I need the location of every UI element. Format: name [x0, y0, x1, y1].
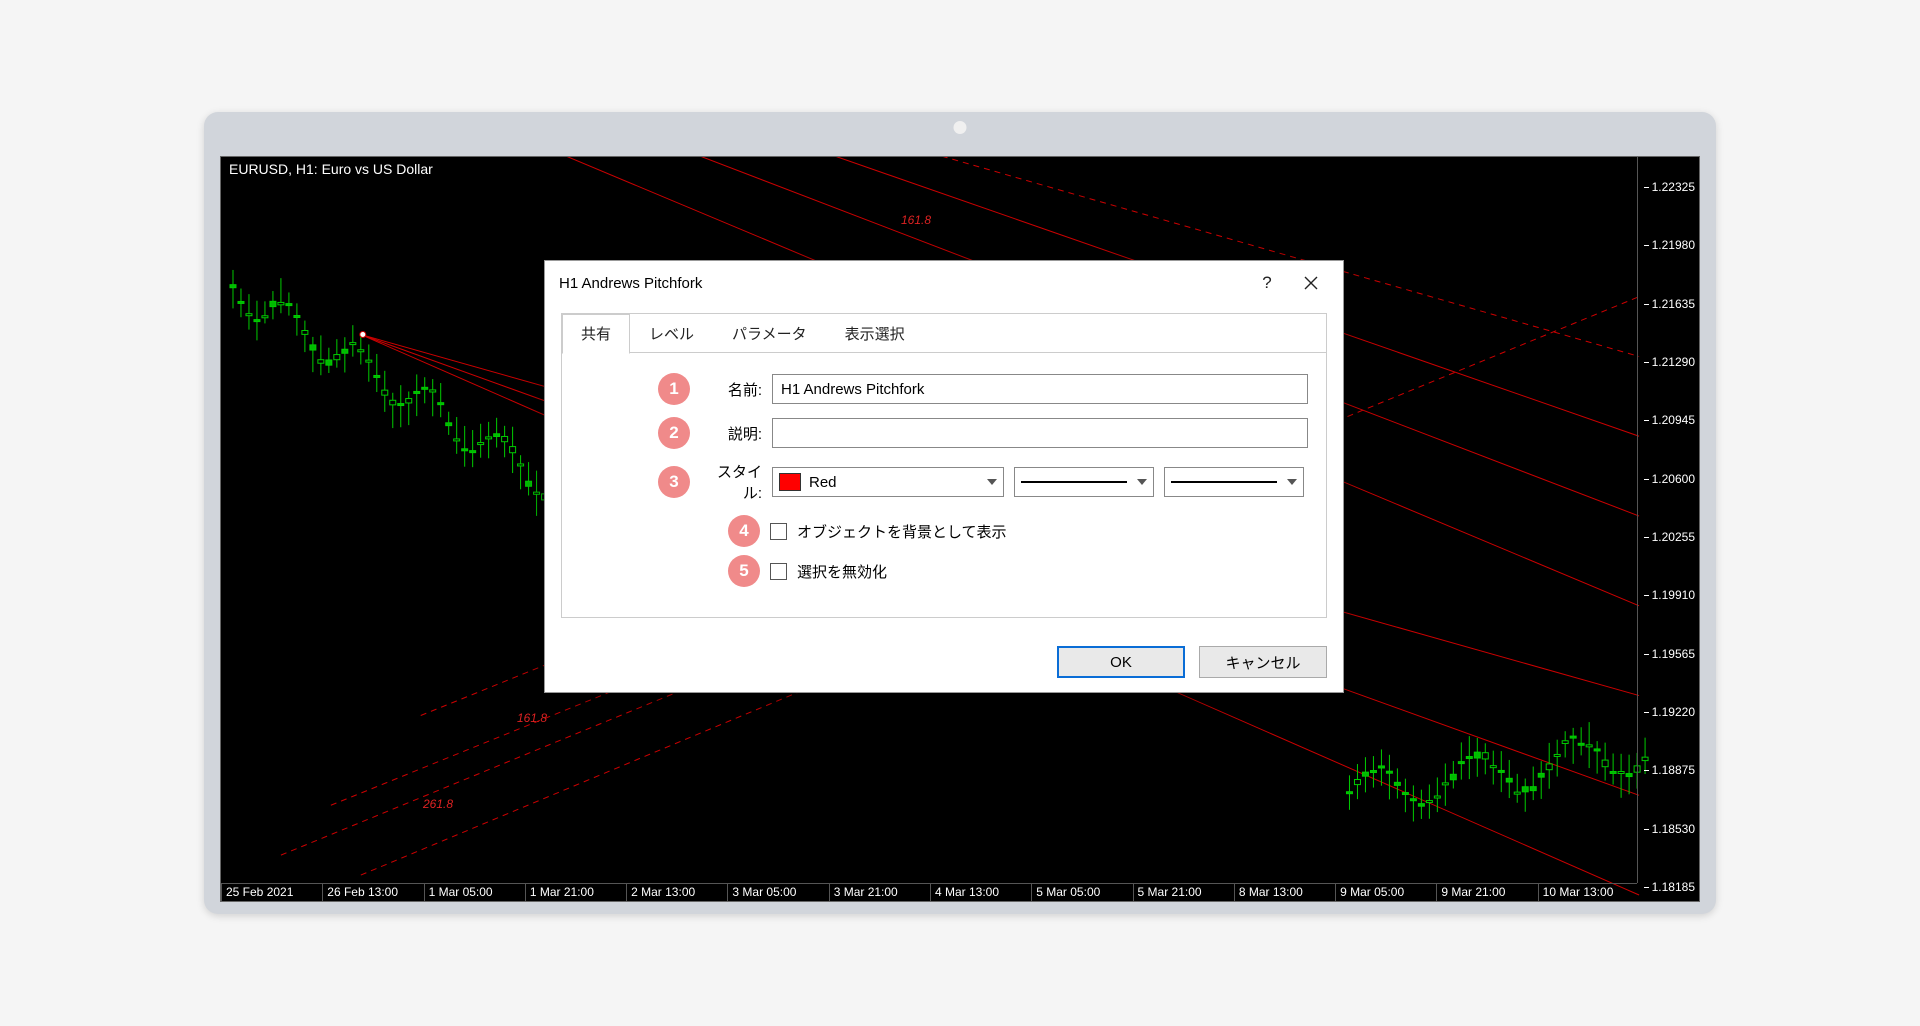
- draw-as-background-label: オブジェクトを背景として表示: [797, 521, 1007, 542]
- annotation-badge-1: 1: [658, 373, 690, 405]
- time-tick: 5 Mar 21:00: [1133, 884, 1234, 901]
- time-tick: 10 Mar 13:00: [1538, 884, 1637, 901]
- time-axis: 25 Feb 202126 Feb 13:001 Mar 05:001 Mar …: [221, 883, 1637, 901]
- annotation-badge-4: 4: [728, 515, 760, 547]
- time-tick: 1 Mar 05:00: [424, 884, 525, 901]
- name-label: 名前:: [700, 379, 762, 400]
- tab-2[interactable]: パラメータ: [713, 314, 826, 354]
- price-tick: 1.18875: [1652, 763, 1695, 777]
- outer-titlebar: [204, 112, 1716, 142]
- price-tick: 1.20945: [1652, 413, 1695, 427]
- dialog-title: H1 Andrews Pitchfork: [559, 275, 1245, 292]
- price-tick: 1.21290: [1652, 355, 1695, 369]
- close-button[interactable]: [1289, 265, 1333, 301]
- disable-selection-label: 選択を無効化: [797, 561, 887, 582]
- line-style-combo[interactable]: [1014, 467, 1154, 497]
- draw-as-background-checkbox[interactable]: [770, 523, 787, 540]
- pitchfork-properties-dialog: H1 Andrews Pitchfork ? 共有レベルパラメータ表示選択 1 …: [544, 260, 1344, 693]
- close-icon: [1304, 276, 1318, 290]
- fib-level-label: 161.8: [517, 711, 547, 725]
- tab-3[interactable]: 表示選択: [826, 314, 924, 354]
- time-tick: 25 Feb 2021: [221, 884, 322, 901]
- time-tick: 2 Mar 13:00: [626, 884, 727, 901]
- time-tick: 3 Mar 21:00: [829, 884, 930, 901]
- color-name: Red: [809, 474, 837, 491]
- tab-0[interactable]: 共有: [562, 314, 630, 354]
- price-tick: 1.18530: [1652, 822, 1695, 836]
- description-input[interactable]: [772, 418, 1308, 448]
- line-sample-icon: [1171, 481, 1277, 483]
- price-tick: 1.19220: [1652, 705, 1695, 719]
- tab-content-common: 1 名前: 2 説明: 3 スタイル: Red: [562, 353, 1326, 617]
- tab-1[interactable]: レベル: [630, 314, 713, 354]
- time-tick: 8 Mar 13:00: [1234, 884, 1335, 901]
- time-tick: 4 Mar 13:00: [930, 884, 1031, 901]
- help-button[interactable]: ?: [1245, 265, 1289, 301]
- window-frame: EURUSD, H1: Euro vs US Dollar 1.223251.2…: [204, 112, 1716, 914]
- disable-selection-checkbox[interactable]: [770, 563, 787, 580]
- dialog-tabs: 共有レベルパラメータ表示選択: [562, 314, 1326, 353]
- style-label: スタイル:: [700, 461, 762, 503]
- ok-button[interactable]: OK: [1057, 646, 1185, 678]
- color-swatch-icon: [779, 473, 801, 491]
- cancel-button[interactable]: キャンセル: [1199, 646, 1327, 678]
- price-axis: 1.22325 1.21980 1.21635 1.21290 1.20945 1.206…: [1637, 157, 1699, 883]
- chevron-down-icon: [1137, 479, 1147, 485]
- annotation-badge-5: 5: [728, 555, 760, 587]
- time-tick: 9 Mar 21:00: [1436, 884, 1537, 901]
- price-tick: 1.19565: [1652, 647, 1695, 661]
- chevron-down-icon: [987, 479, 997, 485]
- dialog-footer: OK キャンセル: [545, 634, 1343, 692]
- time-tick: 5 Mar 05:00: [1031, 884, 1132, 901]
- fib-level-label: 261.8: [423, 797, 453, 811]
- price-tick: 1.21980: [1652, 238, 1695, 252]
- annotation-badge-3: 3: [658, 466, 690, 498]
- price-tick: 1.22325: [1652, 180, 1695, 194]
- time-tick: 9 Mar 05:00: [1335, 884, 1436, 901]
- dialog-titlebar[interactable]: H1 Andrews Pitchfork ?: [545, 261, 1343, 305]
- time-tick: 1 Mar 21:00: [525, 884, 626, 901]
- color-combo[interactable]: Red: [772, 467, 1004, 497]
- time-tick: 3 Mar 05:00: [727, 884, 828, 901]
- chart-title: EURUSD, H1: Euro vs US Dollar: [229, 161, 433, 177]
- price-tick: 1.20600: [1652, 472, 1695, 486]
- line-sample-icon: [1021, 481, 1127, 483]
- annotation-badge-2: 2: [658, 417, 690, 449]
- line-width-combo[interactable]: [1164, 467, 1304, 497]
- price-tick: 1.21635: [1652, 297, 1695, 311]
- fib-level-label: 161.8: [901, 213, 931, 227]
- price-tick: 1.19910: [1652, 588, 1695, 602]
- chevron-down-icon: [1287, 479, 1297, 485]
- time-tick: 26 Feb 13:00: [322, 884, 423, 901]
- camera-dot-icon: [954, 121, 967, 134]
- description-label: 説明:: [700, 423, 762, 444]
- price-tick: 1.18185: [1652, 880, 1695, 894]
- price-tick: 1.20255: [1652, 530, 1695, 544]
- name-input[interactable]: [772, 374, 1308, 404]
